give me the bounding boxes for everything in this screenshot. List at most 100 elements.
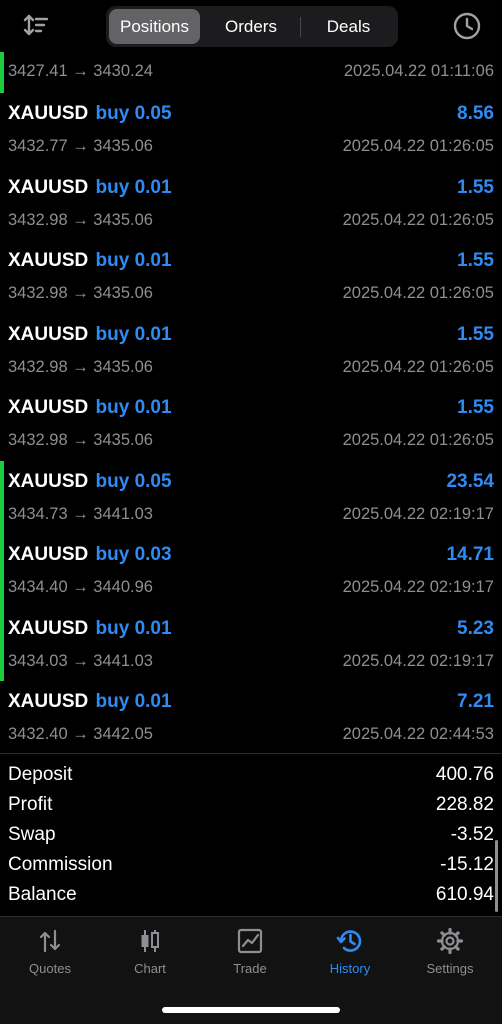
deal-row[interactable]: XAUUSD buy 0.01 5.23 3434.03 → 3441.03 2… (0, 607, 502, 681)
symbol-name: XAUUSD (8, 617, 89, 639)
summary-row-profit: Profit 228.82 (0, 792, 502, 822)
profit-indicator (0, 52, 4, 93)
summary-label: Swap (8, 824, 56, 845)
deal-symbol: XAUUSD buy 0.03 (8, 544, 172, 566)
tabbar-label: Trade (233, 961, 267, 976)
tabbar-item-settings[interactable]: Settings (400, 927, 500, 976)
tab-orders[interactable]: Orders (204, 9, 298, 44)
symbol-name: XAUUSD (8, 103, 89, 124)
deal-row[interactable]: XAUUSD buy 0.01 7.21 3432.40 → 3442.05 2… (0, 681, 502, 755)
deal-row[interactable]: XAUUSD buy 0.01 1.55 3432.98 → 3435.06 2… (0, 314, 502, 388)
quotes-icon (39, 929, 61, 953)
deal-time: 2025.04.22 01:26:05 (342, 210, 494, 229)
summary-row-balance: Balance 610.94 (0, 882, 502, 912)
deal-profit: 14.71 (446, 544, 494, 565)
deal-direction: buy 0.01 (95, 617, 172, 639)
clock-icon[interactable] (452, 11, 482, 41)
summary-value: 228.82 (435, 794, 494, 815)
tabbar-item-trade[interactable]: Trade (200, 927, 300, 976)
deal-direction: buy 0.01 (95, 176, 172, 198)
deal-direction: buy 0.01 (95, 397, 172, 418)
deal-time: 2025.04.22 01:26:05 (342, 357, 494, 376)
segment-divider (300, 17, 301, 37)
deal-symbol: XAUUSD buy 0.01 (8, 397, 172, 419)
deal-row[interactable]: XAUUSD buy 0.03 14.71 3434.40 → 3440.96 … (0, 534, 502, 608)
trade-chart-icon (237, 928, 263, 954)
deal-symbol: XAUUSD buy 0.05 (8, 103, 172, 125)
deal-symbol: XAUUSD buy 0.01 (8, 691, 172, 713)
summary-value: 610.94 (435, 884, 494, 905)
deal-profit: 1.55 (457, 250, 494, 271)
candlestick-chart-icon (141, 930, 159, 952)
tab-deals[interactable]: Deals (302, 9, 395, 44)
deal-profit: 1.55 (457, 397, 494, 418)
deal-prices: 3432.98 → 3435.06 (8, 210, 153, 229)
deal-symbol: XAUUSD buy 0.01 (8, 250, 172, 272)
symbol-name: XAUUSD (8, 470, 89, 492)
summary-label: Commission (8, 854, 113, 875)
deal-profit: 1.55 (457, 176, 494, 198)
deal-time: 2025.04.22 01:26:05 (342, 137, 494, 155)
summary-row-swap: Swap -3.52 (0, 822, 502, 852)
deal-row[interactable]: 3427.41 → 3430.24 2025.04.22 01:11:06 (0, 52, 502, 93)
deal-direction: buy 0.05 (95, 470, 172, 492)
deal-row[interactable]: XAUUSD buy 0.01 1.55 3432.98 → 3435.06 2… (0, 240, 502, 314)
deal-prices: 3427.41 → 3430.24 (8, 62, 153, 80)
account-summary: Deposit 400.76 Profit 228.82 Swap -3.52 … (0, 753, 502, 912)
deal-time: 2025.04.22 02:19:17 (342, 504, 494, 523)
deal-symbol: XAUUSD buy 0.01 (8, 177, 172, 199)
deal-profit: 7.21 (457, 691, 494, 712)
gear-icon (436, 927, 464, 955)
deal-row[interactable]: XAUUSD buy 0.01 1.55 3432.98 → 3435.06 2… (0, 167, 502, 241)
summary-label: Balance (8, 884, 77, 905)
deal-time: 2025.04.22 01:11:06 (343, 62, 494, 80)
deal-prices: 3432.98 → 3435.06 (8, 431, 153, 449)
deal-row[interactable]: XAUUSD buy 0.05 8.56 3432.77 → 3435.06 2… (0, 93, 502, 167)
deal-row[interactable]: XAUUSD buy 0.01 1.55 3432.98 → 3435.06 2… (0, 387, 502, 461)
deal-prices: 3432.40 → 3442.05 (8, 725, 153, 743)
tabbar-label: History (329, 961, 371, 976)
tabbar-item-chart[interactable]: Chart (100, 927, 200, 976)
sort-icon[interactable] (22, 12, 50, 40)
deal-prices: 3434.40 → 3440.96 (8, 578, 153, 596)
symbol-name: XAUUSD (8, 323, 89, 345)
deal-symbol: XAUUSD buy 0.01 (8, 324, 172, 346)
deal-time: 2025.04.22 02:44:53 (342, 725, 494, 743)
deal-prices: 3434.03 → 3441.03 (8, 651, 153, 670)
deal-symbol: XAUUSD buy 0.01 (8, 618, 172, 640)
symbol-name: XAUUSD (8, 176, 89, 198)
profit-indicator (0, 534, 4, 608)
symbol-name: XAUUSD (8, 250, 89, 271)
home-indicator[interactable] (162, 1007, 340, 1013)
deal-symbol: XAUUSD buy 0.05 (8, 471, 172, 493)
symbol-name: XAUUSD (8, 691, 89, 712)
symbol-name: XAUUSD (8, 544, 89, 565)
deal-time: 2025.04.22 01:26:05 (342, 284, 494, 302)
deal-profit: 5.23 (457, 617, 494, 639)
segmented-control: Positions Orders Deals (106, 6, 398, 47)
tabbar-item-history[interactable]: History (300, 927, 400, 976)
tabbar-label: Quotes (29, 961, 71, 976)
summary-value: -15.12 (440, 854, 494, 875)
symbol-name: XAUUSD (8, 397, 89, 418)
summary-label: Profit (8, 794, 53, 815)
deal-direction: buy 0.03 (95, 544, 172, 565)
top-bar: Positions Orders Deals (0, 0, 502, 52)
deal-prices: 3432.77 → 3435.06 (8, 137, 153, 155)
deal-profit: 1.55 (457, 323, 494, 345)
deal-profit: 8.56 (457, 103, 494, 124)
deal-time: 2025.04.22 02:19:17 (342, 651, 494, 670)
deal-prices: 3432.98 → 3435.06 (8, 284, 153, 302)
summary-value: 400.76 (435, 764, 494, 785)
deal-direction: buy 0.05 (95, 103, 172, 124)
history-icon (336, 930, 362, 952)
deal-direction: buy 0.01 (95, 250, 172, 271)
summary-row-commission: Commission -15.12 (0, 852, 502, 882)
summary-row-deposit: Deposit 400.76 (0, 762, 502, 792)
deal-profit: 23.54 (446, 470, 494, 492)
tab-positions[interactable]: Positions (109, 9, 200, 44)
deal-time: 2025.04.22 02:19:17 (342, 578, 494, 596)
tabbar-item-quotes[interactable]: Quotes (0, 927, 100, 976)
scrollbar[interactable] (495, 840, 498, 912)
deal-row[interactable]: XAUUSD buy 0.05 23.54 3434.73 → 3441.03 … (0, 460, 502, 534)
